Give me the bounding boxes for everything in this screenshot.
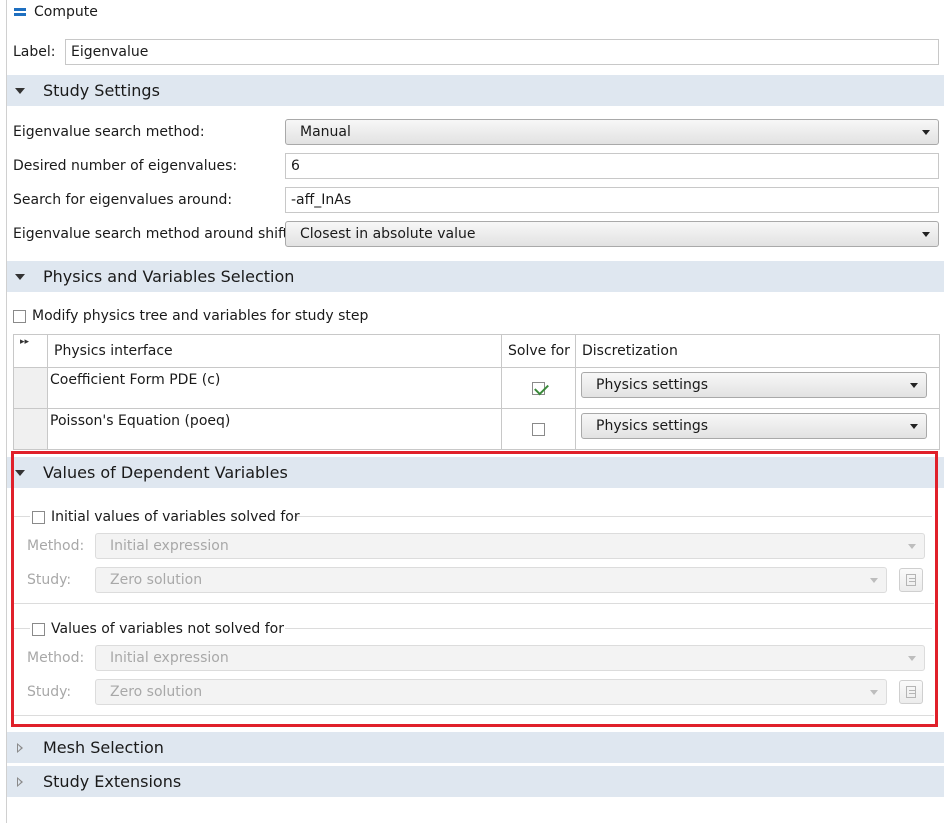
initial-values-checkbox[interactable] xyxy=(32,510,45,524)
disc-cell: Physics settings xyxy=(575,408,940,450)
method-label: Eigenvalue search method: xyxy=(13,124,205,140)
shift-select[interactable]: Closest in absolute value xyxy=(285,221,939,247)
disc-value: Physics settings xyxy=(596,377,709,393)
collapse-icon xyxy=(15,469,25,476)
document-icon xyxy=(906,686,916,698)
collapse-icon xyxy=(15,87,25,94)
col-solve[interactable]: Solve for xyxy=(501,334,576,368)
notsolved-study-value: Zero solution xyxy=(110,684,203,700)
initial-method-value: Initial expression xyxy=(110,538,229,554)
chevron-down-icon xyxy=(870,578,878,583)
section-dependent-values[interactable]: Values of Dependent Variables xyxy=(7,457,944,488)
shift-value: Closest in absolute value xyxy=(300,226,476,242)
notsolved-method-select[interactable]: Initial expression xyxy=(95,645,925,671)
toolbar: Compute xyxy=(0,0,944,26)
col-disc[interactable]: Discretization xyxy=(575,334,940,368)
chevron-down-icon xyxy=(910,383,918,388)
section-title: Study Settings xyxy=(43,81,160,100)
chevron-down-icon xyxy=(908,544,916,549)
modify-row: Modify physics tree and variables for st… xyxy=(13,306,938,326)
group-divider xyxy=(14,603,934,604)
left-border xyxy=(6,0,7,823)
solve-checkbox-checked[interactable] xyxy=(532,380,549,395)
table-row[interactable]: Coefficient Form PDE (c) Physics setting… xyxy=(13,367,940,409)
chevron-down-icon xyxy=(922,130,930,135)
initial-method-label: Method: xyxy=(27,538,85,554)
initial-study-label: Study: xyxy=(27,572,72,588)
compute-label: Compute xyxy=(34,4,98,20)
row-header[interactable] xyxy=(13,408,48,450)
around-input[interactable]: -aff_InAs xyxy=(285,187,939,213)
collapse-icon xyxy=(15,273,25,280)
chevron-down-icon xyxy=(870,690,878,695)
section-study-settings[interactable]: Study Settings xyxy=(7,75,944,106)
chevron-down-icon xyxy=(922,232,930,237)
section-physics[interactable]: Physics and Variables Selection xyxy=(7,261,944,292)
compute-icon xyxy=(14,7,26,17)
initial-method-select[interactable]: Initial expression xyxy=(95,533,925,559)
initial-values-label: Initial values of variables solved for xyxy=(51,509,300,525)
disc-value: Physics settings xyxy=(596,418,709,434)
table-header: ▸▸ Physics interface Solve for Discretiz… xyxy=(13,334,940,368)
solve-checkbox[interactable] xyxy=(532,422,545,436)
desired-input[interactable]: 6 xyxy=(285,153,939,179)
discretization-select[interactable]: Physics settings xyxy=(581,413,927,439)
section-study-extensions[interactable]: Study Extensions xyxy=(7,766,944,797)
row-header[interactable] xyxy=(13,367,48,409)
go-to-source-button[interactable] xyxy=(899,568,923,592)
expand-icon xyxy=(17,742,23,753)
notsolved-study-select[interactable]: Zero solution xyxy=(95,679,887,705)
desired-label: Desired number of eigenvalues: xyxy=(13,158,238,174)
chevron-down-icon xyxy=(910,424,918,429)
label-caption: Label: xyxy=(13,44,56,60)
method-value: Manual xyxy=(300,124,351,140)
solve-cell[interactable] xyxy=(501,367,576,409)
initial-study-value: Zero solution xyxy=(110,572,203,588)
not-solved-checkbox[interactable] xyxy=(32,622,45,636)
section-title: Mesh Selection xyxy=(43,738,164,757)
label-input[interactable]: Eigenvalue xyxy=(65,39,939,65)
around-label: Search for eigenvalues around: xyxy=(13,192,233,208)
chevron-down-icon xyxy=(908,656,916,661)
modify-label: Modify physics tree and variables for st… xyxy=(32,308,369,324)
notsolved-study-label: Study: xyxy=(27,684,72,700)
notsolved-method-value: Initial expression xyxy=(110,650,229,666)
section-title: Physics and Variables Selection xyxy=(43,267,295,286)
checkmark-icon xyxy=(534,380,549,395)
compute-button[interactable]: Compute xyxy=(14,2,98,22)
discretization-select[interactable]: Physics settings xyxy=(581,372,927,398)
physics-name: Poisson's Equation (poeq) xyxy=(47,408,502,450)
method-select[interactable]: Manual xyxy=(285,119,939,145)
group-divider xyxy=(14,516,30,517)
disc-cell: Physics settings xyxy=(575,367,940,409)
section-mesh-selection[interactable]: Mesh Selection xyxy=(7,732,944,763)
not-solved-label: Values of variables not solved for xyxy=(51,621,284,637)
shift-label: Eigenvalue search method around shift: xyxy=(13,226,293,242)
group-divider xyxy=(14,628,30,629)
double-chevron-icon: ▸▸ xyxy=(20,337,30,347)
initial-values-row: Initial values of variables solved for xyxy=(32,507,938,527)
notsolved-method-label: Method: xyxy=(27,650,85,666)
table-row[interactable]: Poisson's Equation (poeq) Physics settin… xyxy=(13,408,940,450)
document-icon xyxy=(906,574,916,586)
initial-study-select[interactable]: Zero solution xyxy=(95,567,887,593)
go-to-source-button[interactable] xyxy=(899,680,923,704)
section-title: Study Extensions xyxy=(43,772,182,791)
not-solved-row: Values of variables not solved for xyxy=(32,619,938,639)
section-title: Values of Dependent Variables xyxy=(43,463,288,482)
col-interface[interactable]: Physics interface xyxy=(47,334,502,368)
expand-column-header[interactable]: ▸▸ xyxy=(13,334,48,368)
physics-table: ▸▸ Physics interface Solve for Discretiz… xyxy=(13,334,940,450)
physics-name: Coefficient Form PDE (c) xyxy=(47,367,502,409)
solve-cell[interactable] xyxy=(501,408,576,450)
group-divider xyxy=(14,715,934,716)
modify-checkbox[interactable] xyxy=(13,309,26,323)
expand-icon xyxy=(17,776,23,787)
